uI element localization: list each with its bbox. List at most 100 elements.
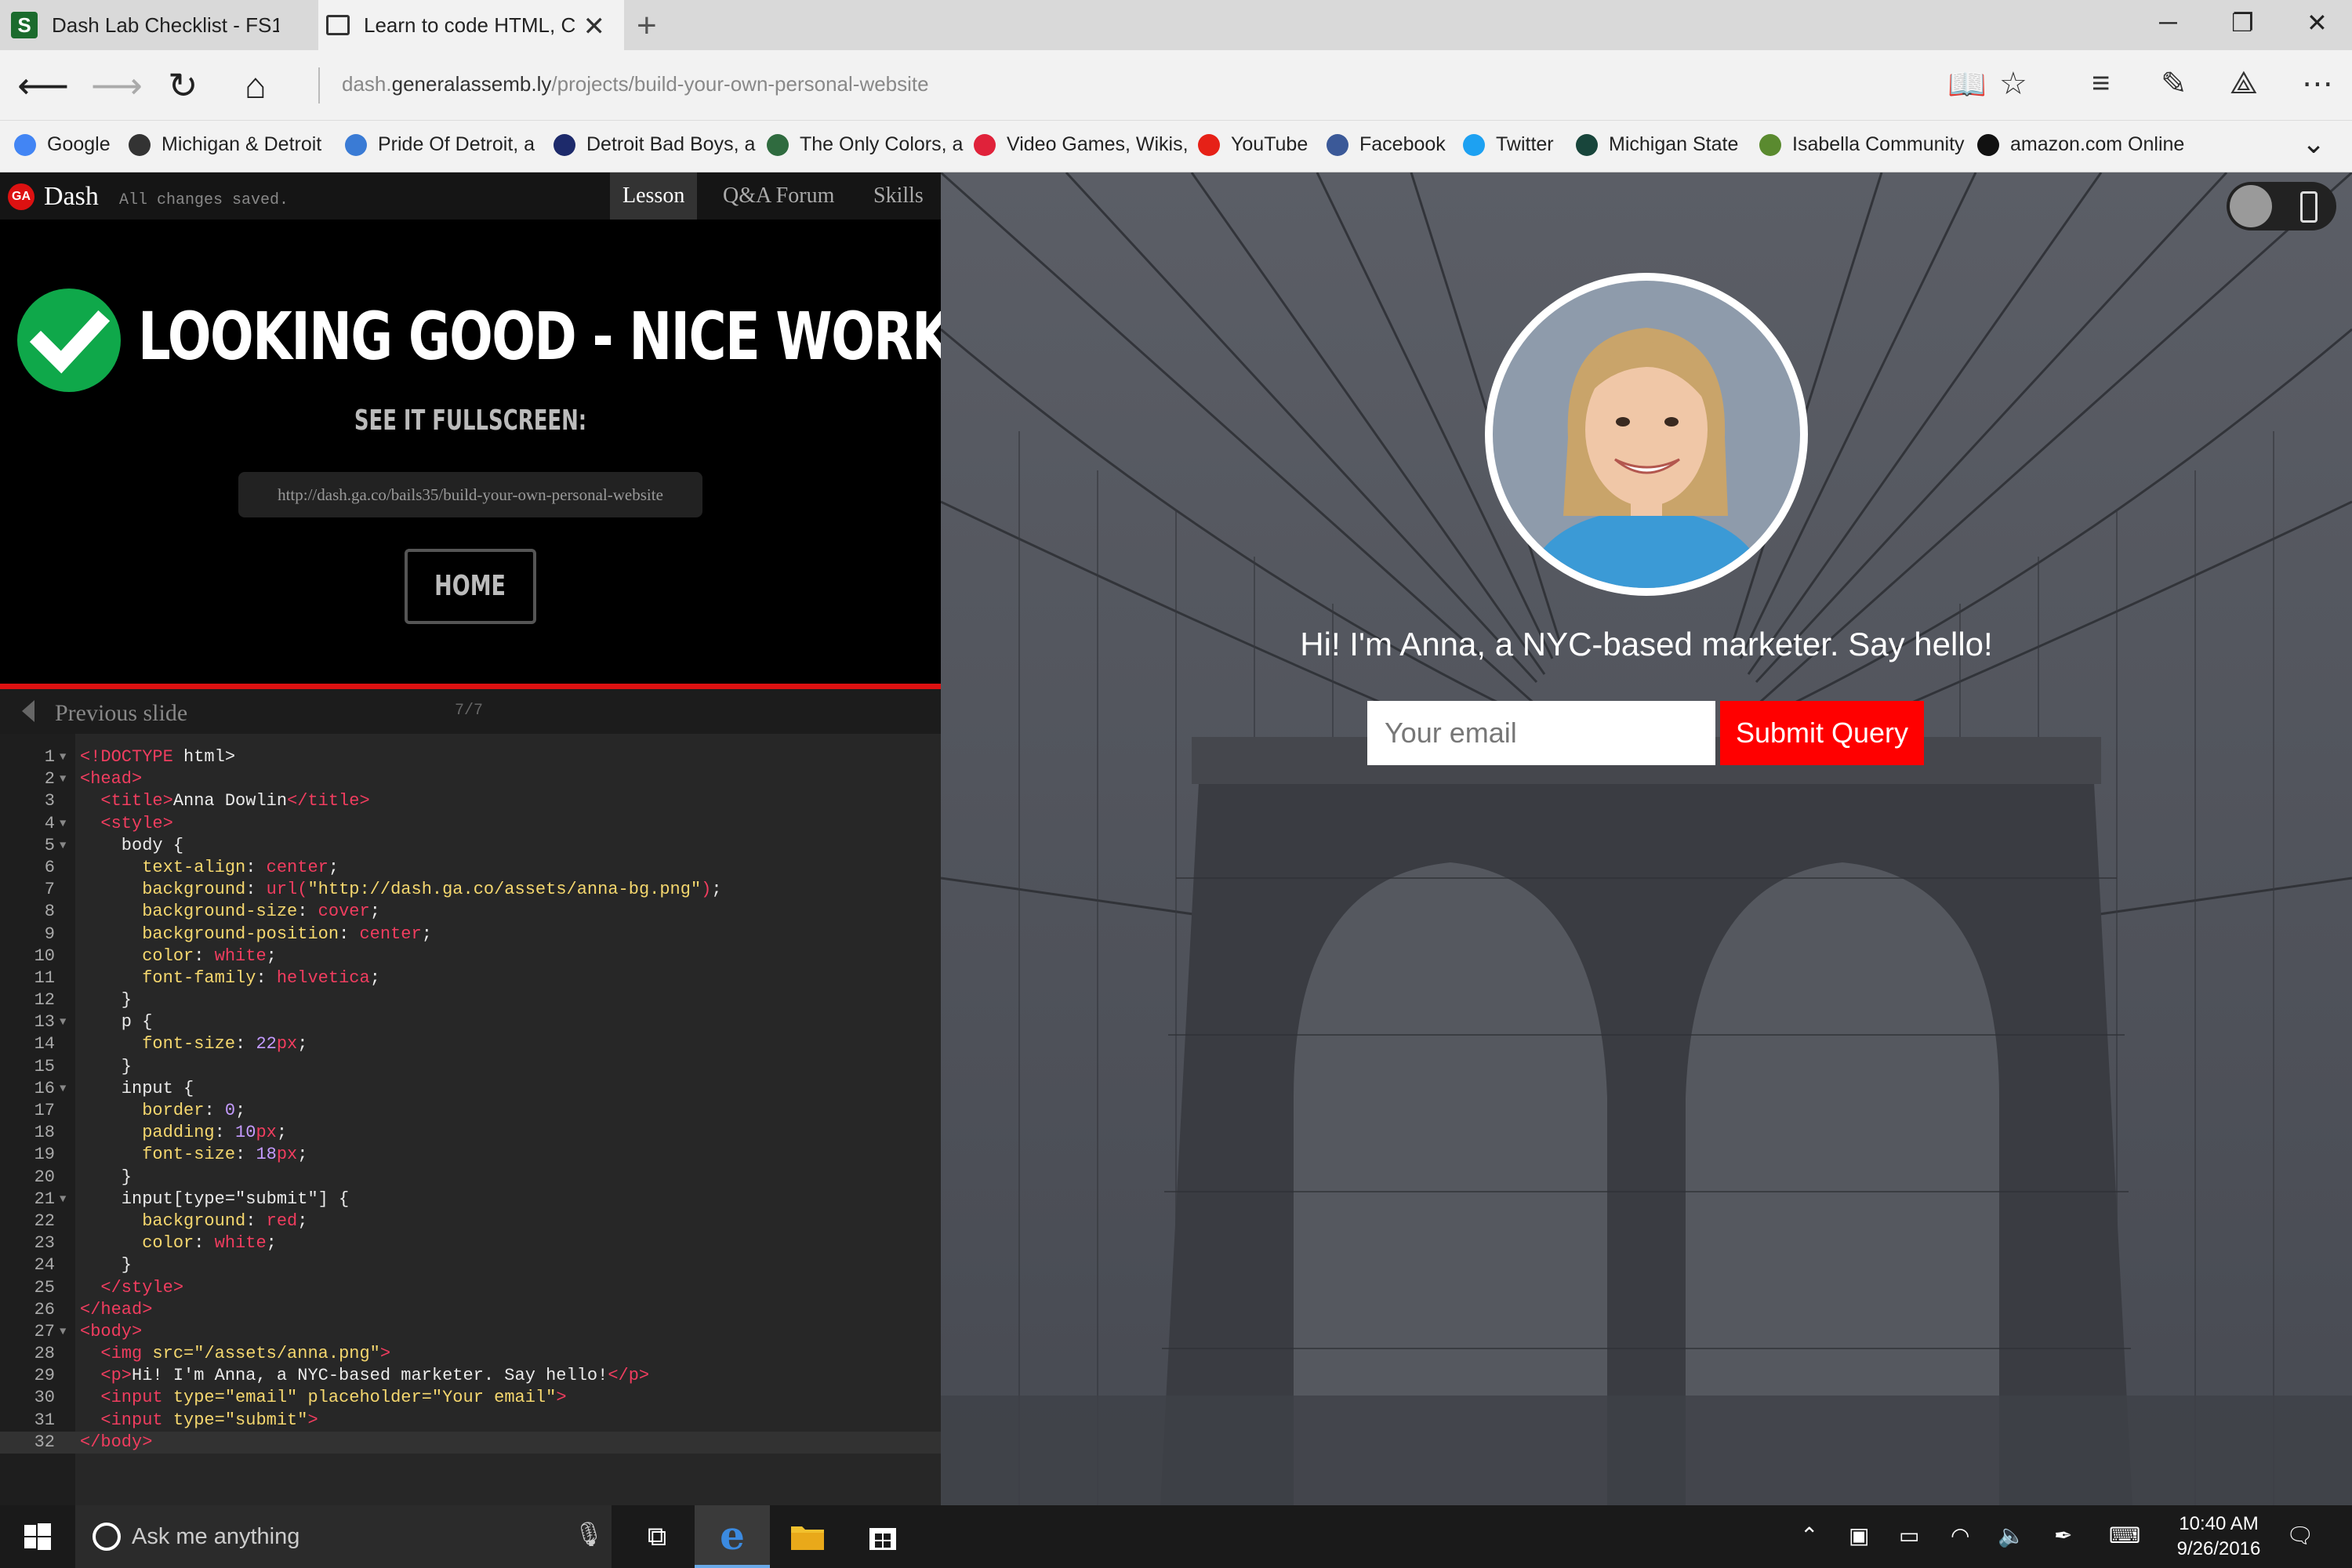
- code-line[interactable]: 22 background: red;: [0, 1210, 941, 1232]
- code-line[interactable]: 15 }: [0, 1056, 941, 1078]
- tablet-mode-icon[interactable]: ▣: [1849, 1523, 1869, 1548]
- fold-arrow-icon[interactable]: ▼: [60, 746, 66, 768]
- edge-browser-icon[interactable]: e: [695, 1505, 770, 1568]
- code-line[interactable]: 19 font-size: 18px;: [0, 1144, 941, 1166]
- volume-icon[interactable]: 🔈: [1998, 1523, 2025, 1548]
- close-tab-icon[interactable]: ✕: [583, 11, 606, 42]
- code-line[interactable]: 5 ▼ body {: [0, 835, 941, 857]
- code-line[interactable]: 20 }: [0, 1167, 941, 1189]
- file-explorer-icon[interactable]: [770, 1505, 845, 1568]
- previous-arrow-icon[interactable]: [22, 700, 34, 722]
- favorite-twitter[interactable]: Twitter: [1463, 133, 1554, 156]
- code-line[interactable]: 2 ▼ <head>: [0, 768, 941, 790]
- clock[interactable]: 10:40 AM 9/26/2016: [2148, 1512, 2289, 1562]
- code-line[interactable]: 16 ▼ input {: [0, 1078, 941, 1100]
- fold-arrow-icon[interactable]: ▼: [60, 1321, 66, 1343]
- favorite-facebook[interactable]: Facebook: [1327, 133, 1446, 156]
- favorite-detroit-bad-boys-a[interactable]: Detroit Bad Boys, a: [554, 133, 755, 156]
- chevron-up-icon[interactable]: ⌃: [1800, 1523, 1818, 1548]
- store-icon[interactable]: [845, 1505, 920, 1568]
- code-line[interactable]: 8 background-size: cover;: [0, 901, 941, 923]
- code-line[interactable]: 9 background-position: center;: [0, 924, 941, 946]
- restore-icon[interactable]: ❐: [2231, 8, 2254, 38]
- code-line[interactable]: 3 <title>Anna Dowlin</title>: [0, 790, 941, 812]
- fold-arrow-icon[interactable]: ▼: [60, 1078, 66, 1100]
- action-center-icon[interactable]: 🗨: [2286, 1523, 2314, 1548]
- code-line[interactable]: 27 ▼ <body>: [0, 1321, 941, 1343]
- favorite-youtube[interactable]: YouTube: [1198, 133, 1308, 156]
- close-window-icon[interactable]: ✕: [2307, 8, 2328, 38]
- code-line[interactable]: 11 font-family: helvetica;: [0, 967, 941, 989]
- back-arrow-icon[interactable]: ⟵: [17, 64, 69, 107]
- favorite-michigan-state[interactable]: Michigan State: [1576, 133, 1738, 156]
- ga-logo-icon[interactable]: GA: [8, 183, 34, 210]
- battery-icon[interactable]: ▭: [1899, 1523, 1919, 1548]
- email-field[interactable]: [1367, 701, 1715, 765]
- code-line[interactable]: 13 ▼ p {: [0, 1011, 941, 1033]
- code-line[interactable]: 29 <p>Hi! I'm Anna, a NYC-based marketer…: [0, 1365, 941, 1387]
- favorite-video-games-wikis[interactable]: Video Games, Wikis,: [974, 133, 1189, 156]
- code-line[interactable]: 32 </body>: [0, 1431, 941, 1454]
- favorite-isabella-community[interactable]: Isabella Community: [1759, 133, 1965, 156]
- fold-arrow-icon[interactable]: ▼: [60, 768, 66, 790]
- code-line[interactable]: 14 font-size: 22px;: [0, 1033, 941, 1055]
- code-editor[interactable]: 1 ▼ <!DOCTYPE html> 2 ▼ <head> 3 <title>Anna D…: [0, 734, 941, 1505]
- code-line[interactable]: 17 border: 0;: [0, 1100, 941, 1122]
- minimize-icon[interactable]: ─: [2159, 8, 2177, 37]
- code-line[interactable]: 18 padding: 10px;: [0, 1122, 941, 1144]
- home-icon[interactable]: ⌂: [245, 64, 267, 107]
- code-line[interactable]: 12 }: [0, 989, 941, 1011]
- pen-ink-icon[interactable]: ✒: [2054, 1523, 2072, 1548]
- favorite-pride-of-detroit-a[interactable]: Pride Of Detroit, a: [345, 133, 535, 156]
- favorite-michigan-detroit[interactable]: Michigan & Detroit: [129, 133, 321, 156]
- code-line[interactable]: 24 }: [0, 1254, 941, 1276]
- windows-start-icon[interactable]: [0, 1505, 75, 1568]
- code-line[interactable]: 28 <img src="/assets/anna.png">: [0, 1343, 941, 1365]
- tab-skills[interactable]: Skills: [861, 172, 936, 220]
- code-line[interactable]: 7 background: url("http://dash.ga.co/ass…: [0, 879, 941, 901]
- code-line[interactable]: 1 ▼ <!DOCTYPE html>: [0, 746, 941, 768]
- favorite-google[interactable]: Google: [14, 133, 111, 156]
- microphone-icon[interactable]: 🎙: [574, 1521, 604, 1548]
- tab-learn-to-code[interactable]: Learn to code HTML, CS ✕: [318, 0, 624, 50]
- favorite-the-only-colors-a[interactable]: The Only Colors, a: [767, 133, 963, 156]
- code-line[interactable]: 25 </style>: [0, 1277, 941, 1299]
- code-line[interactable]: 10 color: white;: [0, 946, 941, 967]
- tab-qa-forum[interactable]: Q&A Forum: [710, 172, 847, 220]
- code-line[interactable]: 30 <input type="email" placeholder="Your…: [0, 1387, 941, 1409]
- share-url-field[interactable]: http://dash.ga.co/bails35/build-your-own…: [238, 472, 702, 517]
- device-toggle[interactable]: [2227, 182, 2336, 230]
- refresh-icon[interactable]: ↻: [168, 64, 198, 107]
- task-view-icon[interactable]: ⧉: [619, 1505, 695, 1568]
- reading-view-icon[interactable]: 📖: [1947, 66, 1987, 103]
- fold-arrow-icon[interactable]: ▼: [60, 1189, 66, 1210]
- hub-icon[interactable]: ≡: [2092, 66, 2110, 101]
- chevron-down-icon[interactable]: ⌄: [2302, 122, 2325, 165]
- fold-arrow-icon[interactable]: ▼: [60, 1011, 66, 1033]
- keyboard-icon[interactable]: ⌨: [2109, 1523, 2140, 1548]
- code-line[interactable]: 23 color: white;: [0, 1232, 941, 1254]
- home-button[interactable]: HOME: [405, 549, 536, 624]
- dash-title[interactable]: Dash: [44, 182, 99, 212]
- fold-arrow-icon[interactable]: ▼: [60, 835, 66, 857]
- share-icon[interactable]: ⟁: [2230, 66, 2258, 101]
- favorite-star-icon[interactable]: ☆: [1999, 66, 2027, 102]
- submit-query-button[interactable]: Submit Query: [1720, 701, 1924, 765]
- web-note-icon[interactable]: ✎: [2161, 66, 2187, 102]
- code-line[interactable]: 26 </head>: [0, 1299, 941, 1321]
- new-tab-icon[interactable]: +: [637, 6, 657, 45]
- forward-arrow-icon[interactable]: ⟶: [91, 64, 143, 107]
- more-icon[interactable]: ⋯: [2302, 66, 2333, 102]
- code-line[interactable]: 4 ▼ <style>: [0, 813, 941, 835]
- code-line[interactable]: 31 <input type="submit">: [0, 1410, 941, 1432]
- tab-dash-lab-checklist[interactable]: S Dash Lab Checklist - FS16-N: [0, 0, 318, 50]
- url-field[interactable]: dash.generalassemb.ly/projects/build-you…: [342, 72, 929, 96]
- favorite-amazon-com-online[interactable]: amazon.com Online: [1977, 133, 2184, 156]
- tab-lesson[interactable]: Lesson: [610, 172, 698, 220]
- fold-arrow-icon[interactable]: ▼: [60, 813, 66, 835]
- wifi-icon[interactable]: ◠: [1951, 1523, 1969, 1548]
- cortana-search-box[interactable]: Ask me anything 🎙: [75, 1505, 612, 1568]
- code-line[interactable]: 21 ▼ input[type="submit"] {: [0, 1189, 941, 1210]
- code-line[interactable]: 6 text-align: center;: [0, 857, 941, 879]
- previous-slide-button[interactable]: Previous slide: [55, 700, 187, 727]
